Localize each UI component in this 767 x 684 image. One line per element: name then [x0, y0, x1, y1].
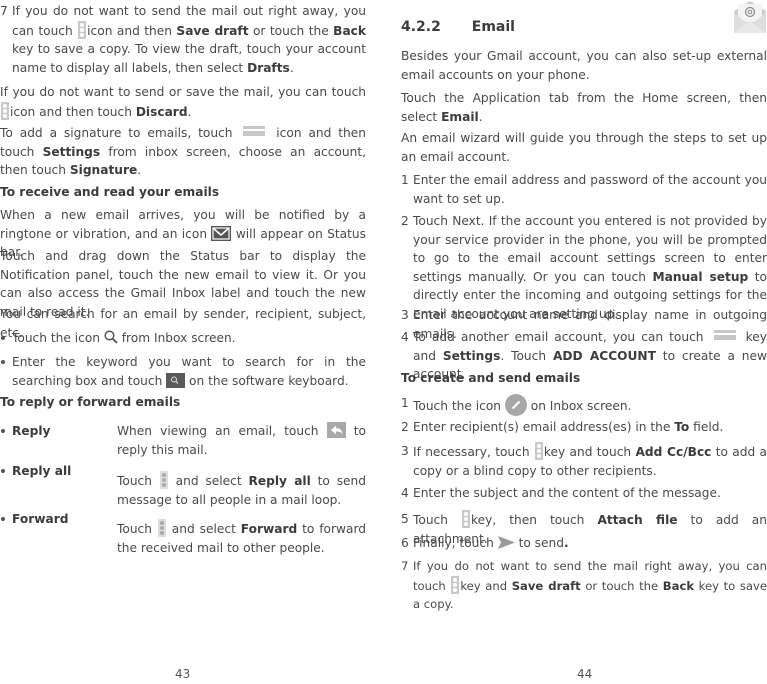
page-number-left: 43 — [175, 667, 191, 681]
gmail-notification-icon — [211, 225, 232, 241]
intro-paragraph-2: Touch the Application tab from the Home … — [401, 91, 767, 124]
create-step-4: 4 Enter the subject and the content of t… — [401, 486, 721, 500]
setup-step-1: 1 Enter the email address and password o… — [401, 173, 767, 206]
vertical-more-icon — [451, 575, 460, 594]
section-number: 4.2.2 — [401, 19, 441, 35]
signature-paragraph: To add a signature to emails, touch icon… — [0, 126, 367, 177]
search-bullet-1: Touch the icon from Inbox screen. — [0, 329, 366, 348]
reply-heading: To reply or forward emails — [0, 395, 181, 409]
vertical-more-icon — [157, 519, 166, 537]
draft-step-7: 7 If you do not want to send the mail ou… — [0, 4, 366, 75]
step-number: 7 — [0, 4, 8, 18]
receive-heading: To receive and read your emails — [0, 185, 220, 199]
compose-pencil-icon — [504, 394, 527, 416]
hamburger-menu-icon — [243, 126, 266, 136]
create-step-2: 2 Enter recipient(s) email address(es) i… — [401, 420, 724, 434]
email-app-icon — [732, 1, 767, 33]
intro-paragraph-1: Besides your Gmail account, you can also… — [401, 49, 767, 82]
section-title: Email — [471, 19, 515, 35]
forward-description: Touch and select Forward to forward the … — [117, 519, 366, 557]
search-icon — [104, 330, 118, 344]
search-key-icon — [166, 372, 186, 388]
reply-description: When viewing an email, touch to reply th… — [117, 422, 367, 457]
create-step-6: 6 Finally, touch to send. — [401, 536, 569, 550]
vertical-more-icon — [159, 471, 168, 489]
create-heading: To create and send emails — [401, 371, 581, 385]
vertical-more-icon — [78, 20, 87, 39]
intro-paragraph-3: An email wizard will guide you through t… — [401, 131, 767, 164]
vertical-more-icon — [1, 101, 9, 120]
vertical-more-icon — [534, 442, 543, 460]
create-step-7: 7 If you do not want to send the mail ri… — [401, 559, 767, 611]
send-icon — [497, 536, 515, 549]
section-heading: 4.2.2 Email — [401, 18, 515, 37]
page-number-right: 44 — [577, 667, 593, 681]
reply-label: Reply — [0, 422, 51, 441]
reply-icon — [326, 422, 346, 438]
forward-label: Forward — [0, 510, 68, 529]
discard-paragraph: If you do not want to send or save the m… — [0, 85, 366, 120]
reply-all-label: Reply all — [0, 462, 71, 481]
vertical-more-icon — [462, 510, 471, 528]
reply-all-description: Touch and select Reply all to send messa… — [117, 471, 366, 509]
search-bullet-2: Enter the keyword you want to search for… — [0, 353, 366, 390]
hamburger-menu-icon — [713, 330, 736, 340]
create-step-1: 1 Touch the icon on Inbox screen. — [401, 394, 767, 416]
create-step-3: 3 If necessary, touch key and touch Add … — [401, 442, 767, 478]
